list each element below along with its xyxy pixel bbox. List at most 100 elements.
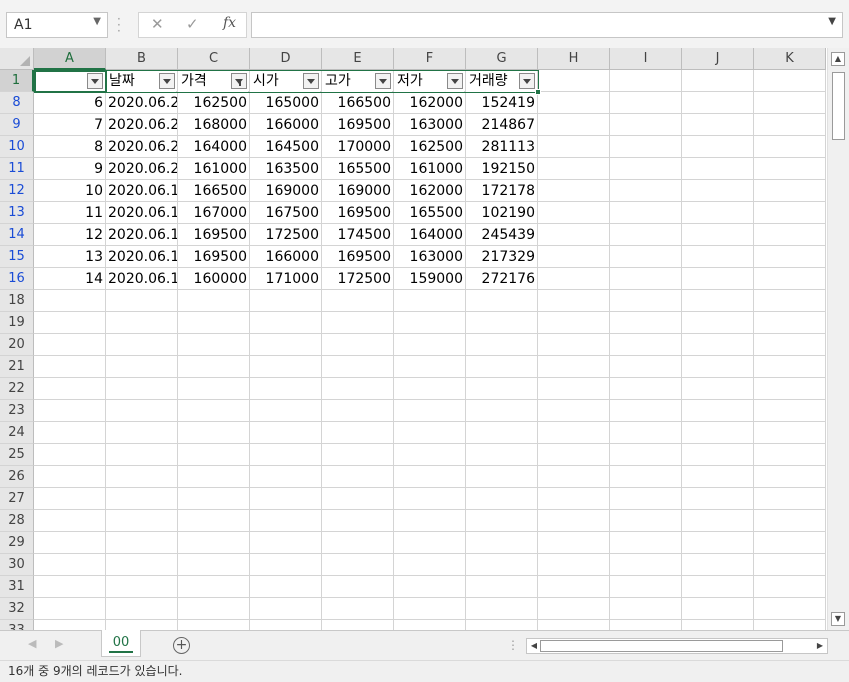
next-sheet-icon[interactable]: ▶ [55, 637, 63, 650]
column-header-k[interactable]: K [754, 48, 826, 70]
table-cell[interactable]: 2020.06.17 [106, 224, 177, 246]
table-resize-handle-icon[interactable] [535, 89, 541, 95]
select-all-button[interactable] [0, 48, 34, 70]
table-cell[interactable]: 169500 [322, 202, 393, 224]
table-cell[interactable]: 165500 [394, 202, 465, 224]
table-cell[interactable]: 169500 [178, 246, 249, 268]
table-cell[interactable]: 161000 [178, 158, 249, 180]
row-header[interactable]: 22 [0, 378, 34, 400]
column-header-f[interactable]: F [394, 48, 466, 70]
table-cell[interactable]: 169000 [250, 180, 321, 202]
table-cell[interactable]: 162500 [394, 136, 465, 158]
sheet-tab-00[interactable]: 00 [101, 630, 141, 657]
table-cell[interactable]: 102190 [466, 202, 537, 224]
table-cell[interactable]: 14 [34, 268, 105, 290]
horizontal-scrollbar[interactable]: ◀ ▶ [526, 638, 828, 654]
column-header-j[interactable]: J [682, 48, 754, 70]
row-header[interactable]: 12 [0, 180, 34, 202]
column-header-a[interactable]: A [34, 48, 106, 70]
row-header[interactable]: 28 [0, 510, 34, 532]
table-cell[interactable]: 8 [34, 136, 105, 158]
row-header[interactable]: 18 [0, 290, 34, 312]
table-cell[interactable]: 281113 [466, 136, 537, 158]
row-header[interactable]: 25 [0, 444, 34, 466]
table-cell[interactable]: 167500 [250, 202, 321, 224]
row-header[interactable]: 31 [0, 576, 34, 598]
table-cell[interactable]: 245439 [466, 224, 537, 246]
row-header[interactable]: 1 [0, 70, 34, 92]
table-cell[interactable]: 272176 [466, 268, 537, 290]
scroll-down-icon[interactable]: ▼ [831, 612, 845, 626]
table-cell[interactable]: 214867 [466, 114, 537, 136]
column-header-i[interactable]: I [610, 48, 682, 70]
table-cell[interactable]: 171000 [250, 268, 321, 290]
table-cell[interactable]: 169500 [322, 246, 393, 268]
horizontal-scroll-thumb[interactable] [540, 640, 783, 652]
table-cell[interactable]: 11 [34, 202, 105, 224]
table-cell[interactable]: 2020.06.18 [106, 202, 177, 224]
table-cell[interactable]: 174500 [322, 224, 393, 246]
formula-input[interactable]: ▼ [251, 12, 843, 38]
table-cell[interactable]: 167000 [178, 202, 249, 224]
insert-function-icon[interactable]: fx [223, 15, 236, 31]
table-cell[interactable]: 161000 [394, 158, 465, 180]
table-cell[interactable]: 164000 [178, 136, 249, 158]
row-header[interactable]: 29 [0, 532, 34, 554]
table-cell[interactable]: 170000 [322, 136, 393, 158]
table-cell[interactable]: 217329 [466, 246, 537, 268]
table-cell[interactable]: 2020.06.19 [106, 180, 177, 202]
column-header-b[interactable]: B [106, 48, 178, 70]
row-header[interactable]: 9 [0, 114, 34, 136]
column-header-c[interactable]: C [178, 48, 250, 70]
row-header[interactable]: 13 [0, 202, 34, 224]
name-box[interactable]: A1 ▼ [6, 12, 108, 38]
table-cell[interactable]: 10 [34, 180, 105, 202]
worksheet-grid[interactable]: ABCDEFGHIJK1날짜가격시가고가저가거래량862020.06.25162… [0, 48, 827, 630]
table-cell[interactable]: 172500 [322, 268, 393, 290]
table-cell[interactable]: 163500 [250, 158, 321, 180]
table-cell[interactable]: 152419 [466, 92, 537, 114]
row-header[interactable]: 11 [0, 158, 34, 180]
row-header[interactable]: 15 [0, 246, 34, 268]
name-box-dropdown-icon[interactable]: ▼ [93, 16, 101, 27]
add-sheet-icon[interactable]: + [173, 637, 190, 654]
row-header[interactable]: 24 [0, 422, 34, 444]
expand-formula-bar-icon[interactable]: ▼ [828, 16, 836, 27]
table-cell[interactable]: 164000 [394, 224, 465, 246]
column-header-h[interactable]: H [538, 48, 610, 70]
column-header-g[interactable]: G [466, 48, 538, 70]
table-cell[interactable]: 2020.06.24 [106, 114, 177, 136]
cancel-icon[interactable]: ✕ [151, 15, 164, 33]
table-cell[interactable]: 168000 [178, 114, 249, 136]
table-cell[interactable]: 7 [34, 114, 105, 136]
table-cell[interactable]: 159000 [394, 268, 465, 290]
table-cell[interactable]: 6 [34, 92, 105, 114]
vertical-scrollbar[interactable]: ▲ ▼ [827, 48, 849, 630]
table-cell[interactable]: 162000 [394, 180, 465, 202]
row-header[interactable]: 20 [0, 334, 34, 356]
table-cell[interactable]: 172178 [466, 180, 537, 202]
table-cell[interactable]: 166500 [178, 180, 249, 202]
row-header[interactable]: 26 [0, 466, 34, 488]
table-cell[interactable]: 169500 [322, 114, 393, 136]
drag-handle-icon[interactable]: · · · [117, 13, 121, 37]
table-cell[interactable]: 162000 [394, 92, 465, 114]
table-cell[interactable]: 163000 [394, 246, 465, 268]
scroll-up-icon[interactable]: ▲ [831, 52, 845, 66]
table-cell[interactable]: 166500 [322, 92, 393, 114]
table-cell[interactable]: 164500 [250, 136, 321, 158]
row-header[interactable]: 16 [0, 268, 34, 290]
table-cell[interactable]: 169500 [178, 224, 249, 246]
scroll-left-icon[interactable]: ◀ [528, 640, 540, 652]
row-header[interactable]: 8 [0, 92, 34, 114]
vertical-scroll-thumb[interactable] [832, 72, 845, 140]
table-cell[interactable]: 162500 [178, 92, 249, 114]
table-cell[interactable]: 163000 [394, 114, 465, 136]
table-cell[interactable]: 166000 [250, 246, 321, 268]
column-header-e[interactable]: E [322, 48, 394, 70]
table-cell[interactable]: 172500 [250, 224, 321, 246]
table-cell[interactable]: 169000 [322, 180, 393, 202]
table-cell[interactable]: 160000 [178, 268, 249, 290]
prev-sheet-icon[interactable]: ◀ [28, 637, 36, 650]
table-cell[interactable]: 2020.06.16 [106, 246, 177, 268]
